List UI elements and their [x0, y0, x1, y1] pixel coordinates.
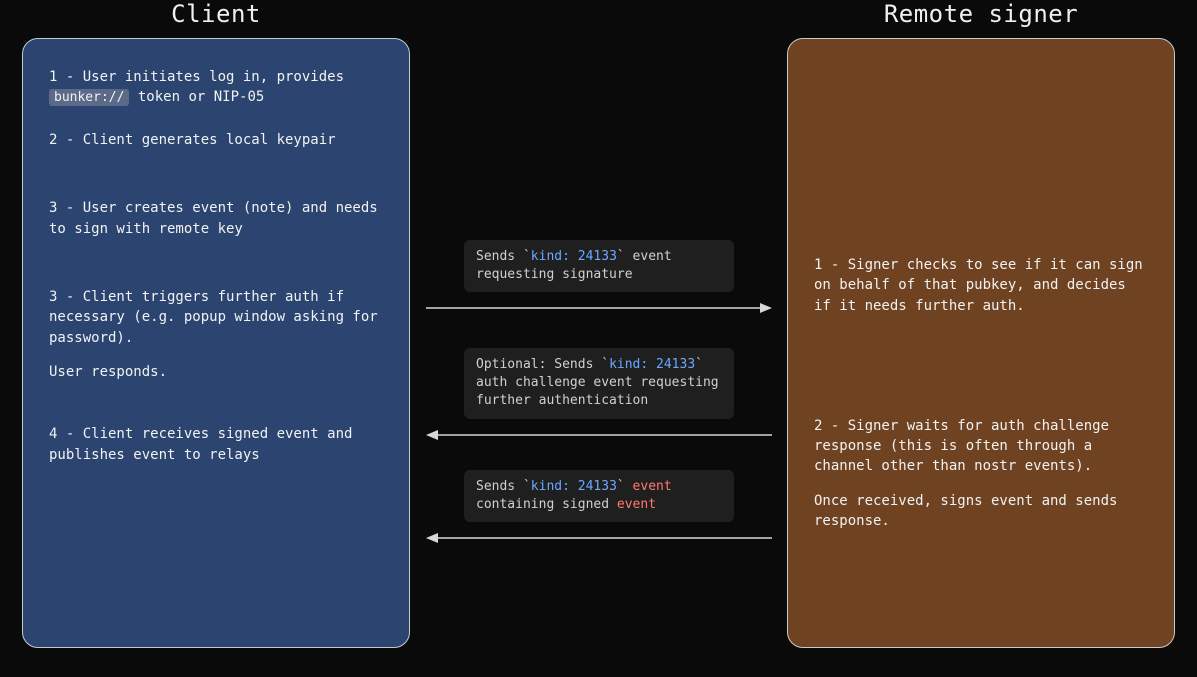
signer-step-1: 1 - Signer checks to see if it can sign …	[814, 255, 1148, 316]
message-2-a: Optional: Sends `	[476, 357, 609, 372]
client-step-1: 1 - User initiates log in, provides bunk…	[49, 67, 383, 108]
message-3: Sends `kind: 24133` event containing sig…	[424, 470, 774, 548]
signer-title: Remote signer	[787, 0, 1175, 28]
signer-panel: 1 - Signer checks to see if it can sign …	[787, 38, 1175, 648]
message-2-box: Optional: Sends `kind: 24133` auth chall…	[464, 348, 734, 419]
message-1-box: Sends `kind: 24133` event requesting sig…	[464, 240, 734, 292]
message-1-a: Sends `	[476, 249, 531, 264]
client-step-3a: 3 - User creates event (note) and needs …	[49, 198, 383, 239]
messages-column: Sends `kind: 24133` event requesting sig…	[424, 0, 774, 677]
message-3-kind: kind: 24133	[531, 479, 617, 494]
signer-step-2b: Once received, signs event and sends res…	[814, 491, 1148, 532]
message-1-kind: kind: 24133	[531, 249, 617, 264]
message-3-box: Sends `kind: 24133` event containing sig…	[464, 470, 734, 522]
message-3-a: Sends `	[476, 479, 531, 494]
signer-column: Remote signer 1 - Signer checks to see i…	[787, 0, 1175, 648]
message-3-event2: event	[617, 497, 656, 512]
message-3-b: `	[617, 479, 633, 494]
message-2: Optional: Sends `kind: 24133` auth chall…	[424, 348, 774, 445]
arrow-left-icon	[424, 425, 774, 445]
arrow-left-icon	[424, 528, 774, 548]
message-2-kind: kind: 24133	[609, 357, 695, 372]
client-panel: 1 - User initiates log in, provides bunk…	[22, 38, 410, 648]
message-1: Sends `kind: 24133` event requesting sig…	[424, 240, 774, 318]
client-step-4: 4 - Client receives signed event and pub…	[49, 424, 383, 465]
client-title: Client	[22, 0, 410, 28]
client-step-1-code: bunker://	[49, 89, 129, 106]
signer-step-2a: 2 - Signer waits for auth challenge resp…	[814, 416, 1148, 477]
client-step-3b: 3 - Client triggers further auth if nece…	[49, 287, 383, 382]
client-step-1-text-a: 1 - User initiates log in, provides	[49, 69, 344, 85]
client-column: Client 1 - User initiates log in, provid…	[22, 0, 410, 648]
client-step-2: 2 - Client generates local keypair	[49, 130, 383, 150]
client-step-1-text-b: token or NIP-05	[129, 89, 264, 105]
client-step-3b-a: 3 - Client triggers further auth if nece…	[49, 287, 383, 348]
message-3-event1: event	[633, 479, 672, 494]
message-3-c: containing signed	[476, 497, 617, 512]
client-step-3b-b: User responds.	[49, 362, 383, 382]
signer-step-2: 2 - Signer waits for auth challenge resp…	[814, 416, 1148, 531]
arrow-right-icon	[424, 298, 774, 318]
